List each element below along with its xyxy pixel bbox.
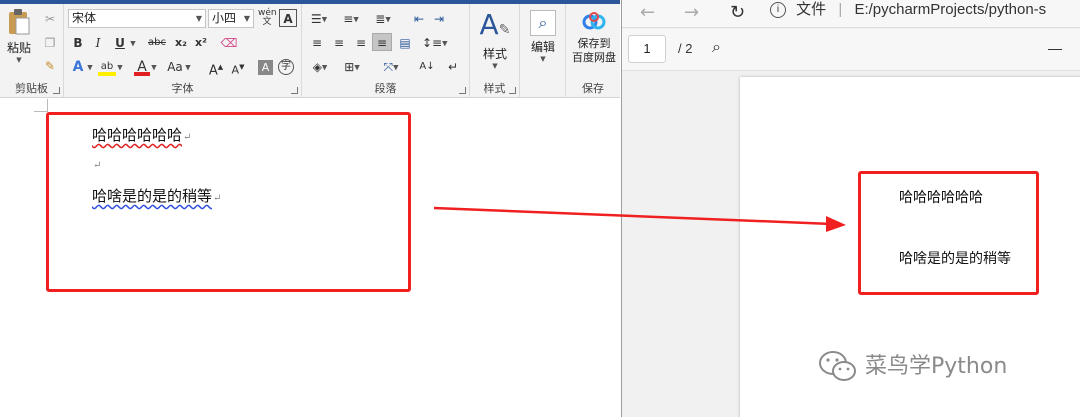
watermark-text: 菜鸟学Python (865, 354, 1008, 379)
wechat-icon (819, 351, 856, 381)
watermark: 菜鸟学Python (818, 348, 1007, 388)
arrow-shaft (433, 206, 833, 226)
arrow-head-icon (826, 216, 846, 232)
